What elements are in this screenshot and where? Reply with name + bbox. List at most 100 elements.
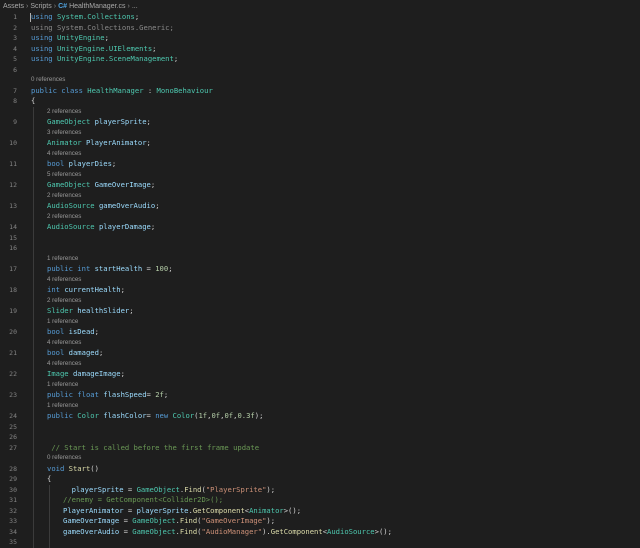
codelens-link[interactable]: 2 references: [47, 107, 81, 118]
code-line[interactable]: 31 //enemy = GetComponent<Collider2D>();: [0, 495, 640, 506]
code-line[interactable]: 28 void Start(): [0, 464, 640, 475]
line-number: 28: [9, 464, 17, 473]
line-number: 8: [13, 97, 17, 105]
code-line[interactable]: 26: [0, 432, 640, 443]
code-line[interactable]: 13 AudioSource gameOverAudio;: [0, 201, 640, 212]
code-text: public int startHealth = 100;: [47, 264, 173, 275]
codelens-references: 3 references: [0, 128, 640, 139]
code-line[interactable]: 34 gameOverAudio = GameObject.Find("Audio…: [0, 527, 640, 538]
breadcrumb-item-scripts[interactable]: Scripts: [30, 3, 51, 10]
line-number: 29: [9, 475, 17, 483]
code-line[interactable]: 33 GameOverImage = GameObject.Find("GameO…: [0, 516, 640, 527]
code-token: void: [47, 463, 65, 473]
code-line[interactable]: 35: [0, 537, 640, 548]
codelens-link[interactable]: 4 references: [47, 359, 81, 370]
code-token: healthSlider: [77, 306, 130, 315]
text-cursor: [30, 13, 31, 22]
line-number: 11: [9, 160, 17, 168]
code-text: PlayerAnimator = playerSprite.GetCompone…: [63, 506, 301, 517]
codelens-link[interactable]: 2 references: [47, 296, 81, 307]
breadcrumb-item-file[interactable]: HealthManager.cs: [69, 3, 125, 10]
code-token: =: [123, 484, 137, 494]
line-number: 32: [9, 506, 17, 515]
code-line[interactable]: 18 int currentHealth;: [0, 285, 640, 296]
code-line[interactable]: 5 using UnityEngine.SceneManagement;: [0, 54, 640, 65]
code-token: ;: [173, 54, 179, 63]
code-line[interactable]: 17 public int startHealth = 100;: [0, 264, 640, 275]
code-token: GameObject: [136, 484, 180, 494]
code-line[interactable]: 30 playerSprite = GameObject.Find("Playe…: [0, 485, 640, 496]
code-line[interactable]: 6: [0, 65, 640, 76]
code-line[interactable]: 14 AudioSource playerDamage;: [0, 222, 640, 233]
code-line[interactable]: 4 using UnityEngine.UIElements;: [0, 44, 640, 55]
code-token: ;: [111, 159, 117, 168]
code-line[interactable]: 32 PlayerAnimator = playerSprite.GetCompo…: [0, 506, 640, 517]
code-token: 0f: [224, 411, 234, 420]
line-number: 26: [9, 433, 17, 441]
code-line[interactable]: 15: [0, 233, 640, 244]
line-number: 34: [9, 527, 17, 536]
code-token: >();: [374, 526, 392, 536]
code-line[interactable]: 16: [0, 243, 640, 254]
code-line[interactable]: 10 Animator PlayerAnimator;: [0, 138, 640, 149]
line-number: 15: [9, 233, 17, 242]
codelens-link[interactable]: 0 references: [47, 453, 81, 464]
codelens-link[interactable]: 4 references: [47, 275, 81, 286]
line-number: 2: [13, 23, 17, 32]
code-line[interactable]: 22 Image damageImage;: [0, 369, 640, 380]
codelens-link[interactable]: 1 reference: [47, 317, 78, 328]
codelens-link[interactable]: 2 references: [47, 212, 81, 223]
code-line[interactable]: 27 // Start is called before the first f…: [0, 443, 640, 454]
csharp-file-icon: C#: [58, 2, 68, 10]
code-line[interactable]: 24 public Color flashColor= new Color(1f,…: [0, 411, 640, 422]
code-line[interactable]: 25: [0, 422, 640, 433]
code-token: ;: [150, 180, 156, 189]
codelens-link[interactable]: 1 reference: [47, 401, 78, 412]
codelens-link[interactable]: 1 reference: [47, 254, 78, 265]
code-text: using System.Collections.Generic;: [31, 23, 174, 34]
code-line[interactable]: 20 bool isDead;: [0, 327, 640, 338]
codelens-link[interactable]: 0 references: [31, 75, 65, 86]
code-token: GetComponent: [270, 526, 323, 536]
code-line[interactable]: 3 using UnityEngine;: [0, 33, 640, 44]
code-line[interactable]: 9 GameObject playerSprite;: [0, 117, 640, 128]
code-text: Slider healthSlider;: [47, 306, 134, 317]
code-text: playerSprite = GameObject.Find("PlayerSp…: [63, 485, 275, 496]
code-line[interactable]: 21 bool damaged;: [0, 348, 640, 359]
codelens-link[interactable]: 1 reference: [47, 380, 78, 391]
codelens-link[interactable]: 5 references: [47, 170, 81, 181]
code-token: HealthManager: [87, 85, 144, 95]
code-line[interactable]: 11 bool playerDies;: [0, 159, 640, 170]
code-line[interactable]: 23 public float flashSpeed= 2f;: [0, 390, 640, 401]
code-line[interactable]: 7 public class HealthManager : MonoBehavi…: [0, 86, 640, 97]
code-token: "PlayerSprite": [205, 484, 267, 494]
codelens-link[interactable]: 2 references: [47, 191, 81, 202]
code-text: public class HealthManager : MonoBehavio…: [31, 86, 213, 97]
code-token: (): [90, 463, 99, 473]
code-line[interactable]: 1 using System.Collections;: [0, 12, 640, 23]
code-token: =: [142, 264, 156, 273]
code-editor[interactable]: 1 using System.Collections; 2 using System.…: [0, 12, 640, 548]
code-line[interactable]: 19 Slider healthSlider;: [0, 306, 640, 317]
code-token: Find: [179, 516, 198, 525]
code-text: AudioSource gameOverAudio;: [47, 201, 160, 212]
line-number: 1: [13, 13, 17, 21]
code-line[interactable]: 29 {: [0, 474, 640, 485]
code-token: 0.3f: [237, 411, 255, 420]
codelens-link[interactable]: 3 references: [47, 128, 81, 139]
breadcrumb-item-more[interactable]: ...: [132, 3, 138, 10]
code-token: {: [47, 474, 52, 483]
code-token: 2f: [155, 390, 164, 399]
code-line[interactable]: 2 using System.Collections.Generic;: [0, 23, 640, 34]
code-line[interactable]: 12 GameObject GameOverImage;: [0, 180, 640, 191]
code-token: int: [47, 285, 60, 294]
code-text: {: [47, 474, 51, 485]
code-token: ;: [163, 390, 169, 399]
code-token: playerDies: [68, 159, 112, 168]
code-line[interactable]: 8{: [0, 96, 640, 107]
code-token: GameObject: [132, 516, 176, 525]
breadcrumb-item-assets[interactable]: Assets: [3, 3, 24, 10]
codelens-link[interactable]: 4 references: [47, 338, 81, 349]
codelens-link[interactable]: 4 references: [47, 149, 81, 160]
code-token: using: [31, 33, 53, 42]
